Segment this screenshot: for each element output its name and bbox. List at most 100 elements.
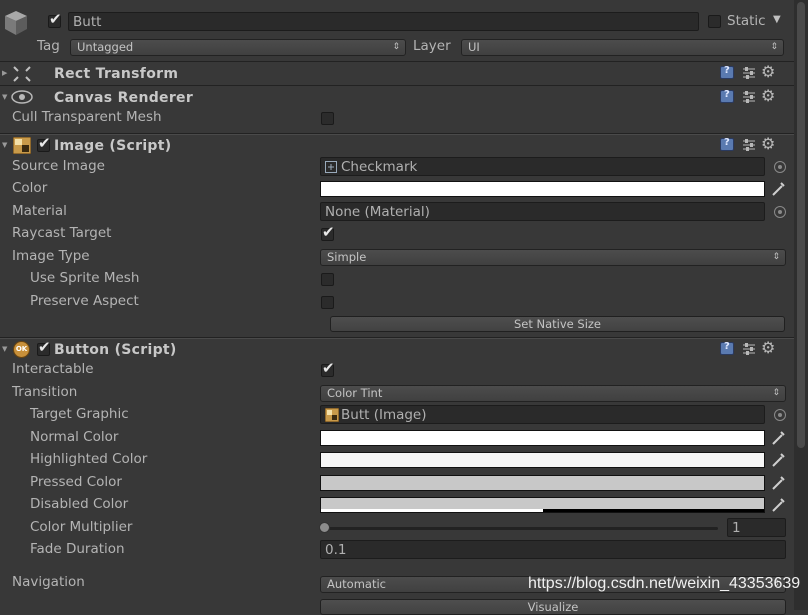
use-sprite-mesh-label: Use Sprite Mesh <box>30 270 140 286</box>
component-title: Rect Transform <box>54 66 179 82</box>
tag-dropdown[interactable]: Untagged ⇕ <box>70 39 406 56</box>
color-multiplier-slider-track[interactable] <box>322 527 718 530</box>
gear-icon[interactable]: ⚙ <box>761 135 775 153</box>
cull-transparent-mesh-label: Cull Transparent Mesh <box>12 109 162 125</box>
foldout-arrow-icon[interactable]: ▼ <box>2 93 7 101</box>
layer-dropdown[interactable]: UI ⇕ <box>461 39 784 56</box>
disabled-color-label: Disabled Color <box>30 496 129 512</box>
object-picker-icon[interactable] <box>774 161 786 173</box>
target-graphic-field[interactable]: Butt (Image) <box>320 405 765 424</box>
gear-icon[interactable]: ⚙ <box>761 339 775 357</box>
eyedropper-icon[interactable] <box>771 452 785 468</box>
image-type-label: Image Type <box>12 248 90 264</box>
eyedropper-icon[interactable] <box>771 497 785 513</box>
static-label: Static <box>727 13 766 29</box>
preset-sliders-icon[interactable] <box>742 342 756 356</box>
component-header-icons: ⚙ <box>720 87 780 106</box>
component-title: Button (Script) <box>54 342 177 358</box>
cull-transparent-mesh-checkbox[interactable] <box>321 112 334 125</box>
check-mark: ✔ <box>322 223 335 241</box>
color-multiplier-slider-thumb[interactable] <box>319 522 330 533</box>
gear-icon[interactable]: ⚙ <box>761 63 775 81</box>
chevron-updown-icon: ⇕ <box>392 42 400 52</box>
chevron-updown-icon: ⇕ <box>772 252 780 262</box>
component-header-button[interactable]: ▼ OK ✔ Button (Script) ⚙ <box>0 339 794 361</box>
source-image-field[interactable]: Checkmark <box>320 157 765 176</box>
preset-sliders-icon[interactable] <box>742 138 756 152</box>
foldout-arrow-icon[interactable]: ▼ <box>2 345 7 353</box>
component-header-icons: ⚙ <box>720 135 780 154</box>
source-image-label: Source Image <box>12 158 105 174</box>
gear-icon[interactable]: ⚙ <box>761 87 775 105</box>
normal-color-swatch[interactable] <box>320 430 765 446</box>
pressed-color-label: Pressed Color <box>30 474 122 490</box>
navigation-label: Navigation <box>12 574 85 590</box>
color-label: Color <box>12 180 48 196</box>
component-header-image[interactable]: ▼ ✔ Image (Script) ⚙ <box>0 135 794 157</box>
help-book-icon[interactable] <box>720 65 734 79</box>
static-dropdown-arrow-icon[interactable]: ▼ <box>773 14 781 25</box>
use-sprite-mesh-checkbox[interactable] <box>321 273 334 286</box>
rect-transform-icon <box>13 66 31 82</box>
image-type-dropdown[interactable]: Simple ⇕ <box>320 249 786 266</box>
image-enabled-checkbox[interactable]: ✔ <box>37 134 51 152</box>
highlighted-color-swatch[interactable] <box>320 452 765 468</box>
fade-duration-label: Fade Duration <box>30 541 125 557</box>
transition-value: Color Tint <box>327 386 383 400</box>
button-icon-text: OK <box>15 345 28 353</box>
visualize-button[interactable]: Visualize <box>320 599 786 615</box>
divider <box>0 61 794 62</box>
divider <box>0 85 794 86</box>
preset-sliders-icon[interactable] <box>742 90 756 104</box>
active-checkbox[interactable]: ✔ <box>48 10 62 28</box>
object-picker-icon[interactable] <box>774 409 786 421</box>
transition-dropdown[interactable]: Color Tint ⇕ <box>320 385 786 402</box>
check-mark: ✔ <box>38 338 51 356</box>
help-book-icon[interactable] <box>720 341 734 355</box>
navigation-value: Automatic <box>327 577 386 591</box>
object-picker-icon[interactable] <box>774 206 786 218</box>
button-enabled-checkbox[interactable]: ✔ <box>37 338 51 356</box>
check-mark: ✔ <box>38 134 51 152</box>
color-multiplier-label: Color Multiplier <box>30 519 133 535</box>
eyedropper-icon[interactable] <box>771 181 785 197</box>
fade-duration-field[interactable]: 0.1 <box>320 540 786 559</box>
material-field[interactable]: None (Material) <box>320 202 765 221</box>
component-header-canvas-renderer[interactable]: ▼ Canvas Renderer ⚙ <box>0 87 794 109</box>
watermark-text: https://blog.csdn.net/weixin_43353639 <box>528 575 801 592</box>
check-mark: ✔ <box>322 359 335 377</box>
set-native-size-button[interactable]: Set Native Size <box>330 316 785 332</box>
preset-sliders-icon[interactable] <box>742 66 756 80</box>
interactable-checkbox[interactable]: ✔ <box>321 359 335 377</box>
eye-icon <box>11 90 33 104</box>
component-header-icons: ⚙ <box>720 339 780 358</box>
color-swatch[interactable] <box>320 181 765 197</box>
alpha-bar-empty <box>542 509 764 512</box>
layer-value: UI <box>468 40 480 54</box>
component-header-icons: ⚙ <box>720 63 780 82</box>
pressed-color-swatch[interactable] <box>320 475 765 491</box>
alpha-bar-fill <box>321 509 543 512</box>
static-checkbox[interactable] <box>708 15 721 28</box>
normal-color-label: Normal Color <box>30 429 119 445</box>
layer-label: Layer <box>413 38 451 54</box>
help-book-icon[interactable] <box>720 137 734 151</box>
active-check-mark: ✔ <box>49 10 62 28</box>
eyedropper-icon[interactable] <box>771 475 785 491</box>
eyedropper-icon[interactable] <box>771 430 785 446</box>
preserve-aspect-checkbox[interactable] <box>321 296 334 309</box>
scrollbar-thumb[interactable] <box>797 2 805 448</box>
target-graphic-value: Butt (Image) <box>341 407 427 423</box>
foldout-arrow-icon[interactable]: ▶ <box>2 69 7 77</box>
disabled-color-swatch[interactable] <box>320 497 765 513</box>
help-book-icon[interactable] <box>720 89 734 103</box>
tag-label: Tag <box>37 38 60 54</box>
preserve-aspect-label: Preserve Aspect <box>30 293 139 309</box>
color-multiplier-field[interactable]: 1 <box>727 518 786 537</box>
foldout-arrow-icon[interactable]: ▼ <box>2 141 7 149</box>
component-header-rect-transform[interactable]: ▶ Rect Transform ⚙ <box>0 63 794 85</box>
vertical-scrollbar[interactable] <box>794 0 808 610</box>
component-title: Canvas Renderer <box>54 90 194 106</box>
raycast-target-checkbox[interactable]: ✔ <box>321 223 335 241</box>
gameobject-name-field[interactable]: Butt <box>68 12 699 31</box>
